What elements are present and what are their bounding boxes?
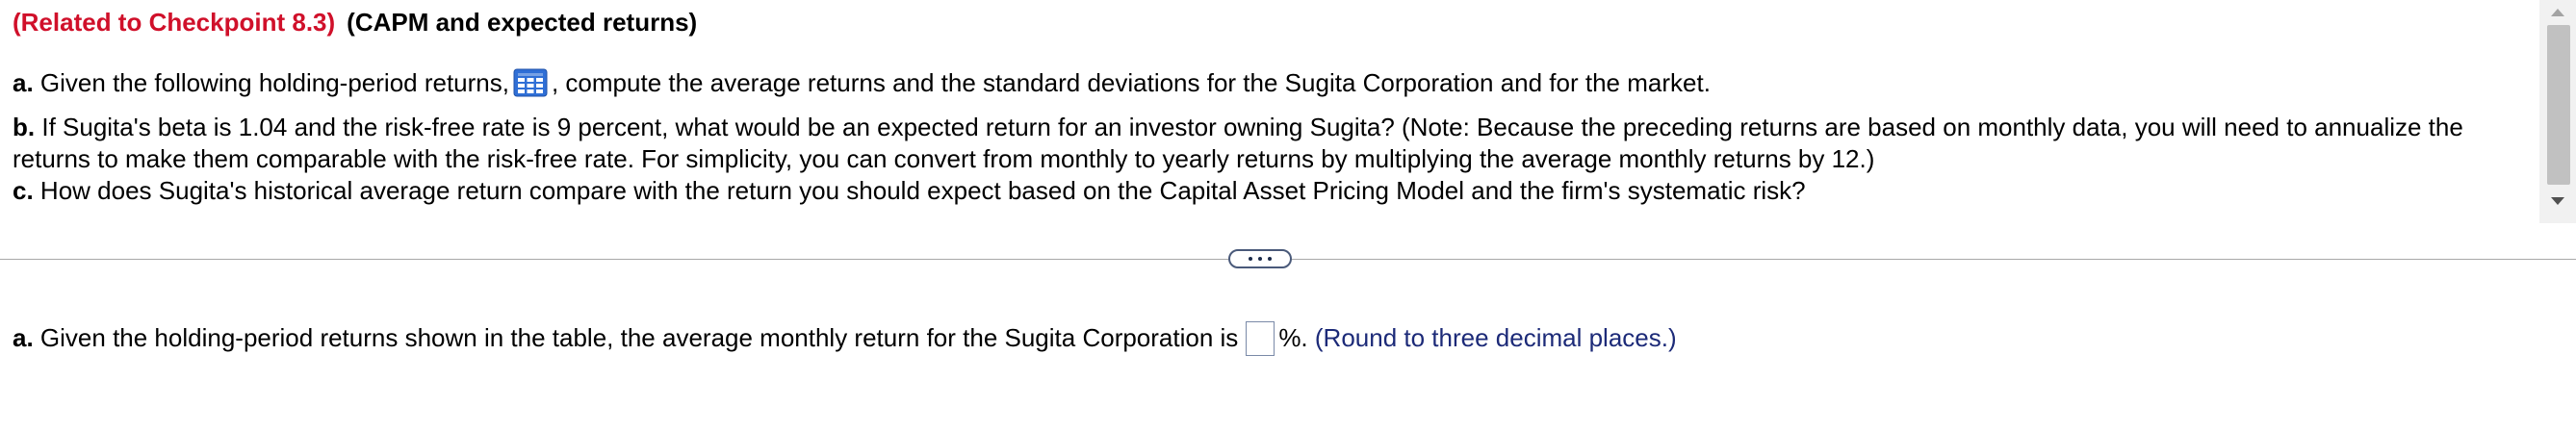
part-a-text-before: Given the following holding-period retur… — [39, 68, 509, 97]
vertical-scrollbar[interactable] — [2539, 0, 2576, 223]
part-b-line1: b. If Sugita's beta is 1.04 and the risk… — [13, 112, 2463, 143]
expand-ellipsis-button[interactable] — [1228, 249, 1292, 268]
part-c-text-body: How does Sugita's historical average ret… — [39, 176, 1806, 205]
average-return-input[interactable] — [1246, 321, 1275, 356]
part-b-text-line2: returns to make them comparable with the… — [13, 144, 1875, 173]
part-c-label: c. — [13, 176, 34, 205]
part-a-label: a. — [13, 68, 34, 97]
part-b-label: b. — [13, 113, 36, 141]
question-pane: (Related to Checkpoint 8.3) (CAPM and exp… — [0, 0, 2539, 223]
related-checkpoint: (Related to Checkpoint 8.3) — [13, 8, 336, 37]
part-a-text: a. Given the following holding-period re… — [13, 67, 1711, 99]
part-b-line2: returns to make them comparable with the… — [13, 143, 1874, 175]
triangle-up-icon[interactable] — [2539, 0, 2576, 25]
ellipsis-icon — [1249, 257, 1252, 261]
scrollbar-thumb[interactable] — [2547, 25, 2570, 185]
answer-label: a. — [13, 323, 34, 352]
answer-text: Given the holding-period returns shown i… — [39, 323, 1239, 352]
question-title: (CAPM and expected returns) — [347, 8, 698, 37]
answer-part-a: a. Given the holding-period returns show… — [13, 320, 1677, 356]
triangle-down-icon[interactable] — [2539, 189, 2576, 214]
rounding-hint: (Round to three decimal places.) — [1314, 323, 1677, 352]
percent-suffix: %. — [1278, 323, 1308, 352]
part-c-text: c. How does Sugita's historical average … — [13, 175, 1806, 207]
table-grid-icon[interactable] — [513, 68, 548, 97]
part-b-text-line1: If Sugita's beta is 1.04 and the risk-fr… — [41, 113, 2463, 141]
part-a-text-after: , compute the average returns and the st… — [551, 68, 1711, 97]
question-header: (Related to Checkpoint 8.3) (CAPM and exp… — [13, 8, 697, 37]
